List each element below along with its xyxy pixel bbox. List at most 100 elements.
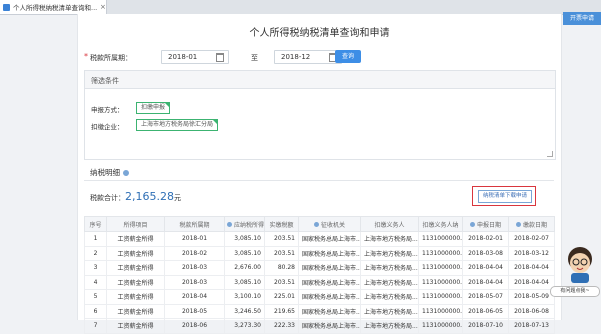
table-cell: 工资薪金所得 xyxy=(106,274,165,290)
mode-value: 扣缴申报 xyxy=(141,104,166,111)
tax-table: 序号 所得项目 税款所属期 应纳税所得 实缴税额 征收机关 扣缴义务人 扣缴义务… xyxy=(84,216,555,334)
tag-check-icon xyxy=(164,102,171,108)
period-row: * 税款所属期： 2018-01 至 2018-12 查询 xyxy=(78,50,561,64)
assistant-help-label[interactable]: 有问题点我~ xyxy=(550,286,600,297)
table-cell: 5 xyxy=(84,289,107,305)
table-cell: 上海市地方税务局... xyxy=(360,289,419,305)
table-cell: 1131000000... xyxy=(418,231,463,247)
end-date-input[interactable]: 2018-12 xyxy=(274,50,342,64)
table-cell: 2018-04-04 xyxy=(462,274,509,290)
table-cell: 2018-03 xyxy=(164,274,225,290)
table-cell: 2018-06-05 xyxy=(462,303,509,319)
table-cell: 2018-05 xyxy=(164,303,225,319)
table-cell: 3,246.50 xyxy=(224,303,265,319)
table-cell: 203.51 xyxy=(264,245,299,261)
info-icon xyxy=(469,221,475,227)
info-icon xyxy=(227,221,232,227)
to-label: 至 xyxy=(251,54,258,62)
query-button[interactable]: 查询 xyxy=(335,50,361,63)
table-cell: 2018-04-04 xyxy=(508,274,555,290)
total-amount: 2,165.28 xyxy=(125,190,174,203)
col-header[interactable]: 序号 xyxy=(84,216,107,232)
period-label: 税款所属期： xyxy=(90,54,132,62)
table-cell: 上海市地方税务局... xyxy=(360,260,419,276)
start-date-value: 2018-01 xyxy=(168,53,198,61)
col-header[interactable]: 应纳税所得 xyxy=(224,216,265,232)
withholder-label: 扣缴企业： xyxy=(91,123,124,131)
table-cell: 工资薪金所得 xyxy=(106,289,165,305)
col-header[interactable]: 扣缴义务人纳 xyxy=(418,216,463,232)
table-cell: 3,085.10 xyxy=(224,231,265,247)
table-cell: 工资薪金所得 xyxy=(106,245,165,261)
table-row[interactable]: 2 工资薪金所得 2018-02 3,085.10 203.51 国家税务总局上海市...… xyxy=(84,245,555,261)
table-cell: 3 xyxy=(84,260,107,276)
export-request-button[interactable]: 纳税清单下载申请 xyxy=(478,190,532,203)
resize-handle-icon[interactable] xyxy=(547,151,553,157)
filter-title: 筛选条件 xyxy=(91,77,119,85)
table-cell: 工资薪金所得 xyxy=(106,260,165,276)
table-cell: 2018-05-07 xyxy=(462,289,509,305)
table-row[interactable]: 1 工资薪金所得 2018-01 3,085.10 203.51 国家税务总局上海市...… xyxy=(84,231,555,247)
tab-close-icon[interactable]: × xyxy=(100,3,106,11)
table-cell: 7 xyxy=(84,318,107,334)
table-cell: 80.28 xyxy=(264,260,299,276)
table-cell: 2018-03 xyxy=(164,260,225,276)
table-cell: 222.33 xyxy=(264,318,299,334)
table-cell: 工资薪金所得 xyxy=(106,231,165,247)
table-cell: 2018-07-10 xyxy=(462,318,509,334)
detail-title-text: 纳税明细 xyxy=(90,168,120,177)
invoice-apply-button[interactable]: 开票申请 xyxy=(563,12,601,25)
col-header[interactable]: 扣缴义务人 xyxy=(360,216,419,232)
table-cell: 2018-05-09 xyxy=(508,289,555,305)
table-cell: 国家税务总局上海市... xyxy=(298,318,361,334)
table-cell: 219.65 xyxy=(264,303,299,319)
table-cell: 2018-06 xyxy=(164,318,225,334)
table-cell: 3,100.10 xyxy=(224,289,265,305)
required-mark: * xyxy=(84,52,88,61)
calendar-icon[interactable] xyxy=(216,53,224,62)
table-cell: 国家税务总局上海市... xyxy=(298,245,361,261)
table-cell: 2018-01 xyxy=(164,231,225,247)
table-row[interactable]: 5 工资薪金所得 2018-04 3,100.10 225.01 国家税务总局上海市...… xyxy=(84,289,555,305)
table-cell: 国家税务总局上海市... xyxy=(298,289,361,305)
table-cell: 2018-06-08 xyxy=(508,303,555,319)
col-header[interactable]: 申报日期 xyxy=(462,216,509,232)
table-cell: 2 xyxy=(84,245,107,261)
table-row[interactable]: 4 工资薪金所得 2018-03 3,085.10 203.51 国家税务总局上海市...… xyxy=(84,274,555,290)
page-title: 个人所得税纳税清单查询和申请 xyxy=(249,28,390,39)
withholder-tag[interactable]: 上海市地方税务局徐汇分局 xyxy=(136,119,219,131)
col-header[interactable]: 所得项目 xyxy=(106,216,165,232)
table-cell: 工资薪金所得 xyxy=(106,318,165,334)
col-header[interactable]: 实缴税额 xyxy=(264,216,299,232)
tax-total: 税款合计：2,165.28元 xyxy=(90,190,181,203)
col-header[interactable]: 税款所属期 xyxy=(164,216,225,232)
browser-tab[interactable]: 个人所得税纳税清单查询和... × xyxy=(0,0,107,14)
col-header[interactable]: 缴款日期 xyxy=(508,216,555,232)
tab-title: 个人所得税纳税清单查询和... xyxy=(13,4,98,12)
table-cell: 3,273.30 xyxy=(224,318,265,334)
table-cell: 国家税务总局上海市... xyxy=(298,260,361,276)
tab-page-icon xyxy=(3,3,10,11)
table-cell: 上海市地方税务局... xyxy=(360,274,419,290)
table-cell: 上海市地方税务局... xyxy=(360,231,419,247)
info-icon[interactable] xyxy=(123,170,129,176)
col-header[interactable]: 征收机关 xyxy=(298,216,361,232)
withholder-value: 上海市地方税务局徐汇分局 xyxy=(141,121,214,128)
tab-bar: 个人所得税纳税清单查询和... × xyxy=(0,0,601,15)
table-row[interactable]: 3 工资薪金所得 2018-03 2,676.00 80.28 国家税务总局上海市... 上… xyxy=(84,260,555,276)
table-cell: 1 xyxy=(84,231,107,247)
table-cell: 2,676.00 xyxy=(224,260,265,276)
table-row[interactable]: 6 工资薪金所得 2018-05 3,246.50 219.65 国家税务总局上海市...… xyxy=(84,303,555,319)
start-date-input[interactable]: 2018-01 xyxy=(161,50,229,64)
table-row[interactable]: 7 工资薪金所得 2018-06 3,273.30 222.33 国家税务总局上海市...… xyxy=(84,318,555,334)
table-cell: 2018-07-13 xyxy=(508,318,555,334)
main-panel: 个人所得税纳税清单查询和申请 * 税款所属期： 2018-01 至 2018-1… xyxy=(77,14,562,334)
table-cell: 1131000000... xyxy=(418,318,463,334)
info-icon xyxy=(515,221,521,227)
info-icon xyxy=(313,221,319,227)
mode-tag[interactable]: 扣缴申报 xyxy=(136,102,171,114)
table-cell: 203.51 xyxy=(264,274,299,290)
table-cell: 国家税务总局上海市... xyxy=(298,231,361,247)
table-cell: 2018-03-08 xyxy=(462,245,509,261)
table-cell: 1131000000... xyxy=(418,260,463,276)
